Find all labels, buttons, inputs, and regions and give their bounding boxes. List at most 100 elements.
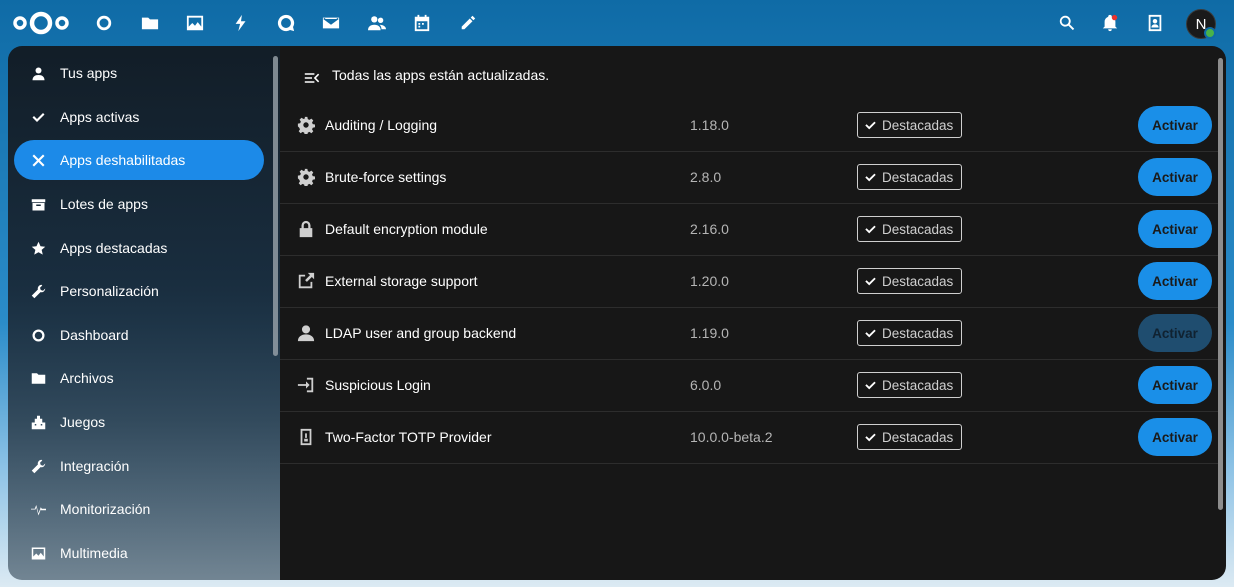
- check-icon: [865, 225, 876, 233]
- sidebar-item-apps-destacadas[interactable]: Apps destacadas: [14, 228, 264, 268]
- featured-badge: Destacadas: [857, 320, 963, 346]
- dashboard-icon[interactable]: [92, 11, 116, 35]
- sidebar-scrollbar[interactable]: [273, 56, 278, 356]
- archive-icon: [28, 194, 48, 214]
- check-icon: [865, 173, 876, 181]
- featured-badge: Destacadas: [857, 112, 963, 138]
- sidebar-item-label: Multimedia: [60, 545, 128, 561]
- app-row-default-encryption-module: Default encryption module 2.16.0 Destaca…: [280, 204, 1218, 256]
- status-text: Todas las apps están actualizadas.: [332, 67, 550, 83]
- lock-icon: [296, 219, 316, 239]
- activate-button[interactable]: Activar: [1138, 106, 1212, 144]
- app-row-brute-force-settings: Brute-force settings 2.8.0 Destacadas Ac…: [280, 152, 1218, 204]
- app-version: 1.19.0: [690, 325, 729, 341]
- pulse-icon: [28, 499, 48, 519]
- user-icon: [296, 323, 316, 343]
- featured-badge: Destacadas: [857, 424, 963, 450]
- app-version: 1.20.0: [690, 273, 729, 289]
- files-icon[interactable]: [138, 11, 162, 35]
- sidebar-item-apps-deshabilitadas[interactable]: Apps deshabilitadas: [14, 140, 264, 180]
- activate-button[interactable]: Activar: [1138, 158, 1212, 196]
- sidebar-item-tus-apps[interactable]: Tus apps: [14, 53, 264, 93]
- sidebar-item-label: Archivos: [60, 370, 114, 386]
- app-version: 2.16.0: [690, 221, 729, 237]
- sidebar-item-label: Apps destacadas: [60, 240, 168, 256]
- folder-icon: [28, 368, 48, 388]
- image-icon: [28, 543, 48, 563]
- app-name[interactable]: Two-Factor TOTP Provider: [325, 429, 492, 445]
- app-name[interactable]: Brute-force settings: [325, 169, 446, 185]
- top-header: N: [0, 0, 1234, 46]
- wrench-icon: [28, 456, 48, 476]
- app-row-two-factor-totp-provider: Two-Factor TOTP Provider 10.0.0-beta.2 D…: [280, 412, 1218, 464]
- sidebar-item-integracion[interactable]: Integración: [14, 446, 264, 486]
- activate-button[interactable]: Activar: [1138, 418, 1212, 456]
- sidebar-item-label: Tus apps: [60, 65, 118, 81]
- featured-badge: Destacadas: [857, 164, 963, 190]
- featured-badge: Destacadas: [857, 216, 963, 242]
- sidebar-item-label: Juegos: [60, 414, 106, 430]
- sidebar-item-label: Apps activas: [60, 109, 140, 125]
- notes-icon[interactable]: [456, 11, 480, 35]
- sidebar-item-lotes-de-apps[interactable]: Lotes de apps: [14, 184, 264, 224]
- check-icon: [865, 277, 876, 285]
- activate-button[interactable]: Activar: [1138, 366, 1212, 404]
- app-navigation-sidebar: Tus apps Apps activas Apps deshabilitada…: [8, 46, 280, 580]
- star-icon: [28, 238, 48, 258]
- sidebar-item-label: Integración: [60, 458, 130, 474]
- search-icon[interactable]: [1055, 11, 1079, 35]
- calendar-icon[interactable]: [410, 11, 434, 35]
- sidebar-item-dashboard[interactable]: Dashboard: [14, 315, 264, 355]
- talk-icon[interactable]: [274, 11, 298, 35]
- app-version: 10.0.0-beta.2: [690, 429, 773, 445]
- sidebar-item-label: Dashboard: [60, 327, 129, 343]
- gear-icon: [296, 167, 316, 187]
- featured-badge: Destacadas: [857, 372, 963, 398]
- sidebar-item-label: Apps deshabilitadas: [60, 152, 186, 168]
- app-row-suspicious-login: Suspicious Login 6.0.0 Destacadas Activa…: [280, 360, 1218, 412]
- app-version: 1.18.0: [690, 117, 729, 133]
- mail-icon[interactable]: [319, 11, 343, 35]
- app-version: 6.0.0: [690, 377, 722, 393]
- app-row-ldap-user-and-group-backend: LDAP user and group backend 1.19.0 Desta…: [280, 308, 1218, 360]
- sidebar-item-juegos[interactable]: Juegos: [14, 402, 264, 442]
- menu-collapse-icon[interactable]: [304, 70, 320, 86]
- activate-button[interactable]: Activar: [1138, 210, 1212, 248]
- app-row-external-storage-support: External storage support 1.20.0 Destacad…: [280, 256, 1218, 308]
- activate-button[interactable]: Activar: [1138, 262, 1212, 300]
- gear-icon: [296, 115, 316, 135]
- check-icon: [865, 121, 876, 129]
- sidebar-item-multimedia[interactable]: Multimedia: [14, 533, 264, 573]
- app-name[interactable]: Suspicious Login: [325, 377, 431, 393]
- check-icon: [865, 329, 876, 337]
- update-status: Todas las apps están actualizadas.: [304, 64, 549, 86]
- nextcloud-logo-icon[interactable]: [12, 9, 70, 37]
- sidebar-item-monitorizacion[interactable]: Monitorización: [14, 489, 264, 529]
- activate-button[interactable]: Activar: [1138, 314, 1212, 352]
- contacts-menu-icon[interactable]: [1143, 11, 1167, 35]
- check-icon: [865, 381, 876, 389]
- login-icon: [296, 375, 316, 395]
- games-icon: [28, 412, 48, 432]
- featured-badge: Destacadas: [857, 268, 963, 294]
- online-status-indicator: [1204, 27, 1216, 39]
- app-version: 2.8.0: [690, 169, 722, 185]
- sidebar-item-label: Personalización: [60, 283, 159, 299]
- app-name[interactable]: External storage support: [325, 273, 478, 289]
- main-scrollbar[interactable]: [1218, 58, 1223, 510]
- app-list-panel: Todas las apps están actualizadas. Audit…: [280, 46, 1226, 580]
- sidebar-item-apps-activas[interactable]: Apps activas: [14, 97, 264, 137]
- check-icon: [28, 107, 48, 127]
- notifications-icon[interactable]: [1098, 11, 1122, 35]
- totp-icon: [296, 427, 316, 447]
- check-icon: [865, 433, 876, 441]
- app-name[interactable]: LDAP user and group backend: [325, 325, 516, 341]
- activity-icon[interactable]: [229, 11, 253, 35]
- app-name[interactable]: Auditing / Logging: [325, 117, 437, 133]
- photos-icon[interactable]: [183, 11, 207, 35]
- contacts-icon[interactable]: [365, 11, 389, 35]
- wrench-icon: [28, 281, 48, 301]
- sidebar-item-archivos[interactable]: Archivos: [14, 358, 264, 398]
- app-name[interactable]: Default encryption module: [325, 221, 488, 237]
- sidebar-item-personalizacion[interactable]: Personalización: [14, 271, 264, 311]
